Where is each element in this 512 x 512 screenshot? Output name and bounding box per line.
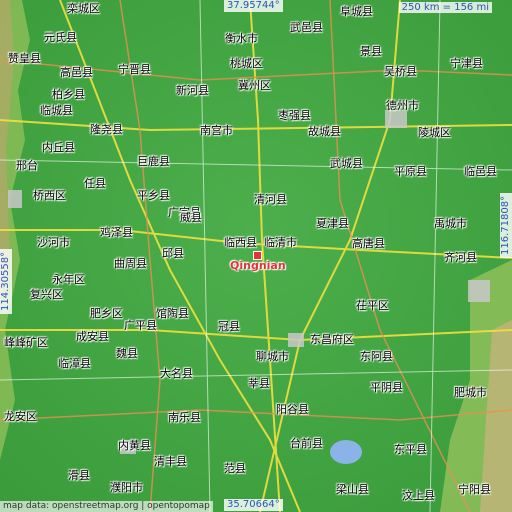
place-label: 内丘县 <box>42 141 75 154</box>
place-label: 宁阳县 <box>458 483 491 496</box>
place-label: 禹城市 <box>434 217 467 230</box>
place-label: 桥西区 <box>33 189 66 202</box>
topographic-map[interactable]: 栾城区 阜城县 元氏县 衡水市 武邑县 赞皇县 高邑县 宁晋县 桃城区 景县 柏… <box>0 0 512 512</box>
place-label: 德州市 <box>386 99 419 112</box>
place-label: 巨鹿县 <box>137 155 170 168</box>
place-label: 威县 <box>180 211 202 224</box>
place-label: 梁山县 <box>336 483 369 496</box>
place-label: 成安县 <box>76 330 109 343</box>
place-label: 馆陶县 <box>156 307 189 320</box>
coord-left: 114.30558° <box>0 248 12 314</box>
place-label: 夏津县 <box>316 217 349 230</box>
place-label: 聊城市 <box>256 350 289 363</box>
place-label: 平原县 <box>394 165 427 178</box>
place-label: 东平县 <box>394 443 427 456</box>
place-label: 魏县 <box>116 347 138 360</box>
place-label: 台前县 <box>290 437 323 450</box>
place-label: 茌平区 <box>356 299 389 312</box>
place-label: 濮阳市 <box>110 481 143 494</box>
place-label: 任县 <box>84 177 106 190</box>
place-label: 临城县 <box>40 104 73 117</box>
place-label: 阜城县 <box>340 5 373 18</box>
place-label: 隆尧县 <box>90 123 123 136</box>
place-label: 大名县 <box>160 367 193 380</box>
place-label: 临清市 <box>264 236 297 249</box>
place-label: 宁津县 <box>450 57 483 70</box>
place-label: 景县 <box>360 45 382 58</box>
place-label: 永年区 <box>52 273 85 286</box>
place-label: 范县 <box>224 462 246 475</box>
place-label: 曲周县 <box>114 257 147 270</box>
place-label: 衡水市 <box>225 32 258 45</box>
place-label: 龙安区 <box>4 410 37 423</box>
place-label: 南乐县 <box>168 411 201 424</box>
place-label: 复兴区 <box>30 288 63 301</box>
place-label: 鸡泽县 <box>100 226 133 239</box>
highlighted-place-label: Qingnian <box>230 259 286 272</box>
place-label: 武邑县 <box>290 21 323 34</box>
place-label: 吴桥县 <box>384 65 417 78</box>
place-label: 高邑县 <box>60 66 93 79</box>
place-label: 南宫市 <box>200 124 233 137</box>
place-label: 沙河市 <box>37 236 70 249</box>
place-label: 冠县 <box>218 320 240 333</box>
place-label: 冀州区 <box>238 79 271 92</box>
place-label: 高唐县 <box>352 237 385 250</box>
place-label: 临漳县 <box>58 357 91 370</box>
place-label: 平乡县 <box>137 189 170 202</box>
place-label: 东昌府区 <box>310 333 354 346</box>
place-label: 新河县 <box>176 84 209 97</box>
place-label: 肥乡区 <box>90 307 123 320</box>
place-label: 柏乡县 <box>52 88 85 101</box>
place-label: 肥城市 <box>454 386 487 399</box>
place-label: 邢台 <box>16 159 38 172</box>
coord-right: 116.71808° <box>500 192 512 258</box>
place-label: 故城县 <box>308 125 341 138</box>
place-label: 平阴县 <box>370 381 403 394</box>
place-label: 陵城区 <box>418 126 451 139</box>
place-label: 清丰县 <box>154 455 187 468</box>
place-label: 栾城区 <box>67 2 100 15</box>
place-label: 武城县 <box>330 157 363 170</box>
map-attribution[interactable]: map data: openstreetmap.org | opentopoma… <box>0 501 213 512</box>
place-label: 齐河县 <box>444 251 477 264</box>
coord-top: 37.95744° <box>224 0 283 12</box>
place-label: 莘县 <box>248 377 270 390</box>
place-label: 滑县 <box>68 469 90 482</box>
place-label: 内黄县 <box>118 439 151 452</box>
place-label: 清河县 <box>254 193 287 206</box>
place-label: 宁晋县 <box>118 63 151 76</box>
place-label: 桃城区 <box>230 57 263 70</box>
place-label: 阳谷县 <box>276 403 309 416</box>
place-label: 临西县 <box>224 236 257 249</box>
coord-bottom: 35.70664° <box>224 499 283 511</box>
place-label: 赞皇县 <box>8 52 41 65</box>
place-label: 汶上县 <box>402 489 435 502</box>
place-label: 东阿县 <box>360 350 393 363</box>
scale-label: 250 km = 156 mi <box>398 2 492 13</box>
place-label: 邱县 <box>162 247 184 260</box>
place-label: 临邑县 <box>464 165 497 178</box>
place-label: 广平县 <box>124 319 157 332</box>
place-label: 元氏县 <box>44 31 77 44</box>
place-label: 枣强县 <box>278 109 311 122</box>
place-label: 峰峰矿区 <box>4 336 48 349</box>
